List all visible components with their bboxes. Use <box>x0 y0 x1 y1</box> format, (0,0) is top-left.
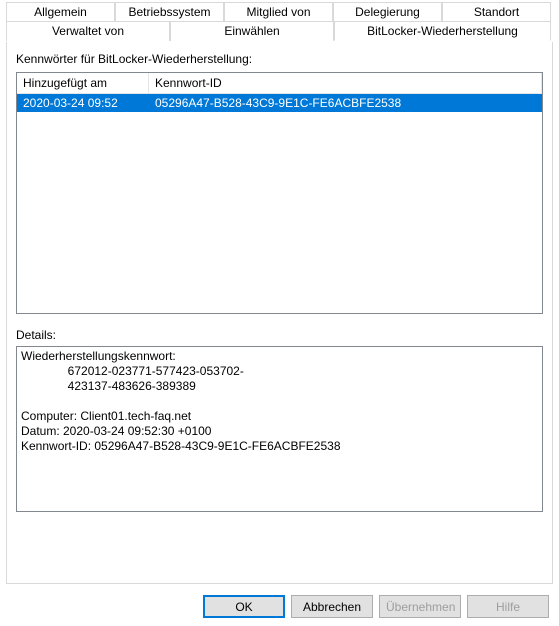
help-button[interactable]: Hilfe <box>467 595 549 618</box>
tab-einwaehlen[interactable]: Einwählen <box>170 21 334 41</box>
dialog-buttons: OK Abbrechen Übernehmen Hilfe <box>203 595 549 618</box>
passwords-label: Kennwörter für BitLocker-Wiederherstellu… <box>16 52 543 66</box>
cell-added: 2020-03-24 09:52 <box>17 95 149 111</box>
passwords-listview[interactable]: Hinzugefügt am Kennwort-ID 2020-03-24 09… <box>16 72 543 314</box>
details-textbox[interactable]: Wiederherstellungskennwort: 672012-02377… <box>16 346 543 512</box>
listview-body: 2020-03-24 09:52 05296A47-B528-43C9-9E1C… <box>17 94 542 112</box>
cell-password-id: 05296A47-B528-43C9-9E1C-FE6ACBFE2538 <box>149 95 542 111</box>
column-header-password-id[interactable]: Kennwort-ID <box>149 73 542 93</box>
tab-betriebssystem[interactable]: Betriebssystem <box>115 2 224 22</box>
tab-mitglied-von[interactable]: Mitglied von <box>224 2 333 22</box>
tab-delegierung[interactable]: Delegierung <box>333 2 442 22</box>
tab-bitlocker-wiederherstellung[interactable]: BitLocker-Wiederherstellung <box>334 21 551 41</box>
ok-button[interactable]: OK <box>203 595 285 618</box>
apply-button[interactable]: Übernehmen <box>379 595 461 618</box>
tab-row-2: Verwaltet von Einwählen BitLocker-Wieder… <box>6 21 553 41</box>
tab-standort[interactable]: Standort <box>442 2 551 22</box>
tab-allgemein[interactable]: Allgemein <box>6 2 115 22</box>
tab-verwaltet-von[interactable]: Verwaltet von <box>6 21 170 41</box>
listview-header: Hinzugefügt am Kennwort-ID <box>17 73 542 94</box>
table-row[interactable]: 2020-03-24 09:52 05296A47-B528-43C9-9E1C… <box>17 94 542 112</box>
cancel-button[interactable]: Abbrechen <box>291 595 373 618</box>
tab-panel-bitlocker: Kennwörter für BitLocker-Wiederherstellu… <box>16 52 543 574</box>
properties-window: Allgemein Betriebssystem Mitglied von De… <box>0 2 559 626</box>
column-header-added[interactable]: Hinzugefügt am <box>17 73 149 93</box>
tab-strip: Allgemein Betriebssystem Mitglied von De… <box>6 2 553 42</box>
tab-row-1: Allgemein Betriebssystem Mitglied von De… <box>6 2 553 22</box>
details-label: Details: <box>16 328 543 342</box>
